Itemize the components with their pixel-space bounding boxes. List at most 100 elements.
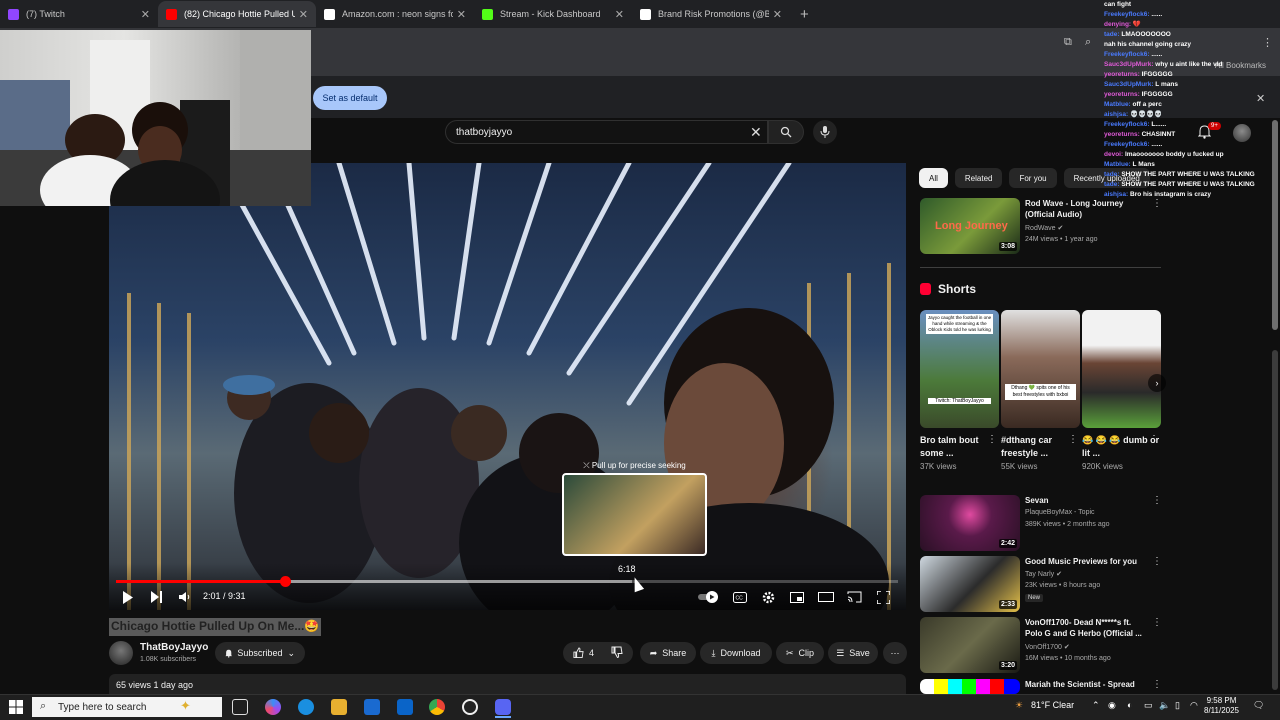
battery-icon[interactable]: ▯ bbox=[1175, 700, 1180, 711]
install-app-icon[interactable]: ⧉ bbox=[1064, 36, 1072, 49]
search-input[interactable]: thatboyjayyo bbox=[445, 120, 768, 144]
tab-youtube-video[interactable]: (82) Chicago Hottie Pulled Up O ✕ bbox=[158, 1, 316, 27]
chat-username[interactable]: yeoreturns: bbox=[1104, 131, 1140, 138]
share-button[interactable]: ➦ Share bbox=[640, 642, 696, 664]
theater-mode-button[interactable] bbox=[818, 589, 834, 605]
video-thumbnail[interactable]: 2:33 bbox=[920, 556, 1020, 612]
store-icon[interactable] bbox=[364, 699, 380, 715]
chat-username[interactable]: Sauc3dUpMurk: bbox=[1104, 81, 1153, 88]
chat-username[interactable]: Matblue: bbox=[1104, 161, 1131, 168]
more-options-icon[interactable]: ⋮ bbox=[1152, 679, 1162, 690]
copilot-icon[interactable] bbox=[265, 699, 281, 715]
cast-button[interactable] bbox=[847, 589, 862, 605]
chat-username[interactable]: denying: bbox=[1104, 21, 1131, 28]
chat-username[interactable]: Freekeyflock6: bbox=[1104, 121, 1150, 128]
subscribed-button[interactable]: Subscribed ⌄ bbox=[215, 642, 305, 664]
volume-tray-icon[interactable]: 🔈 bbox=[1159, 700, 1170, 711]
progress-bar[interactable] bbox=[116, 576, 898, 587]
new-tab-button[interactable]: + bbox=[800, 6, 809, 23]
chat-username[interactable]: Sauc3dUpMurk: bbox=[1104, 61, 1153, 68]
scrubber-handle[interactable] bbox=[279, 576, 291, 587]
search-button[interactable] bbox=[768, 120, 804, 144]
chat-username[interactable]: yeoreturns: bbox=[1104, 71, 1140, 78]
clear-search-icon[interactable]: ✕ bbox=[750, 124, 762, 141]
more-options-icon[interactable]: ⋮ bbox=[1152, 556, 1162, 567]
miniplayer-button[interactable] bbox=[790, 589, 804, 605]
shorts-next-button[interactable]: › bbox=[1148, 374, 1166, 392]
more-actions-button[interactable]: ⋯ bbox=[883, 642, 907, 664]
channel-name[interactable]: ThatBoyJayyo bbox=[140, 642, 208, 653]
voice-search-button[interactable] bbox=[813, 120, 837, 144]
outlook-icon[interactable] bbox=[397, 699, 413, 715]
save-button[interactable]: ☰ Save bbox=[828, 642, 878, 664]
chip-all[interactable]: All bbox=[919, 168, 948, 188]
video-player[interactable] bbox=[109, 163, 906, 610]
chat-username[interactable]: devoi: bbox=[1104, 151, 1123, 158]
discord-icon[interactable] bbox=[495, 699, 511, 715]
task-view-icon[interactable] bbox=[232, 699, 248, 715]
video-thumbnail[interactable]: 2:42 bbox=[920, 495, 1020, 551]
short-thumbnail[interactable] bbox=[1082, 310, 1161, 428]
like-button[interactable]: 4 bbox=[563, 642, 633, 664]
more-options-icon[interactable]: ⋮ bbox=[987, 434, 997, 445]
obs-tray-icon[interactable]: ◉ bbox=[1108, 700, 1116, 711]
short-item[interactable]: Jayyo caught the football in one hand wh… bbox=[920, 310, 999, 471]
zoom-icon[interactable]: ⌕ bbox=[1085, 36, 1091, 49]
file-explorer-icon[interactable] bbox=[331, 699, 347, 715]
chat-username[interactable]: tade: bbox=[1104, 31, 1120, 38]
fullscreen-button[interactable] bbox=[877, 589, 890, 605]
chrome-icon[interactable] bbox=[429, 699, 445, 715]
chat-username[interactable]: tade: bbox=[1104, 181, 1120, 188]
chat-username[interactable]: tade: bbox=[1104, 171, 1120, 178]
tab-kick-dashboard[interactable]: Stream - Kick Dashboard ✕ bbox=[474, 1, 632, 27]
tab-amazon[interactable]: Amazon.com : neon signs for m ✕ bbox=[316, 1, 474, 27]
more-options-icon[interactable]: ⋮ bbox=[1149, 434, 1159, 445]
autoplay-toggle[interactable] bbox=[698, 589, 720, 605]
video-title[interactable]: Mariah the Scientist - Spread bbox=[1025, 679, 1150, 690]
chip-for-you[interactable]: For you bbox=[1009, 168, 1057, 188]
chat-username[interactable]: Freekeyflock6: bbox=[1104, 11, 1150, 18]
play-button[interactable] bbox=[122, 589, 134, 605]
video-thumbnail[interactable] bbox=[920, 679, 1020, 694]
chat-username[interactable]: Freekeyflock6: bbox=[1104, 51, 1150, 58]
chat-username[interactable]: Matblue: bbox=[1104, 101, 1131, 108]
more-options-icon[interactable]: ⋮ bbox=[1068, 434, 1078, 445]
video-title[interactable]: Rod Wave - Long Journey (Official Audio) bbox=[1025, 198, 1150, 220]
scrollbar-track[interactable] bbox=[1272, 350, 1278, 690]
close-tab-icon[interactable]: ✕ bbox=[615, 8, 624, 21]
volume-button[interactable] bbox=[179, 589, 191, 605]
clip-button[interactable]: ✂ Clip bbox=[776, 642, 824, 664]
edge-icon[interactable] bbox=[298, 699, 314, 715]
short-item[interactable]: Dthang 💚 spits one of his best freestyle… bbox=[1001, 310, 1080, 471]
tray-overflow-icon[interactable]: ⌃ bbox=[1092, 700, 1100, 711]
video-title[interactable]: VonOff1700- Dead N*****s ft. Polo G and … bbox=[1025, 617, 1150, 639]
video-thumbnail[interactable]: 3:20 bbox=[920, 617, 1020, 673]
channel-avatar[interactable] bbox=[109, 641, 133, 665]
chip-related[interactable]: Related bbox=[954, 168, 1003, 188]
network-icon[interactable]: ▭ bbox=[1144, 700, 1153, 711]
close-tab-icon[interactable]: ✕ bbox=[457, 8, 466, 21]
description-box[interactable] bbox=[109, 674, 906, 694]
notifications-icon[interactable]: 🗨 bbox=[1253, 700, 1264, 711]
captions-button[interactable]: CC bbox=[733, 589, 747, 605]
tray-app-icon[interactable]: ◐ bbox=[1127, 700, 1132, 710]
more-options-icon[interactable]: ⋮ bbox=[1152, 617, 1162, 628]
set-as-default-button[interactable]: Set as default bbox=[313, 86, 387, 110]
obs-icon[interactable] bbox=[462, 699, 478, 715]
close-tab-icon[interactable]: ✕ bbox=[299, 8, 308, 21]
wifi-icon[interactable]: ◠ bbox=[1190, 700, 1198, 711]
chat-username[interactable]: yeoreturns: bbox=[1104, 91, 1140, 98]
settings-button[interactable] bbox=[762, 589, 775, 605]
chat-username[interactable]: aishjsa: bbox=[1104, 111, 1128, 118]
chat-username[interactable]: aishjsa: bbox=[1104, 191, 1128, 198]
tab-twitch[interactable]: (7) Twitch ✕ bbox=[0, 1, 158, 27]
next-button[interactable] bbox=[151, 589, 163, 605]
short-item[interactable]: 😂 😂 😂 dumb or lit ... 920K views ⋮ bbox=[1082, 310, 1161, 471]
download-button[interactable]: ⤓ Download bbox=[700, 642, 772, 664]
close-tab-icon[interactable]: ✕ bbox=[773, 8, 782, 21]
video-thumbnail[interactable]: Long Journey 3:08 bbox=[920, 198, 1020, 254]
dislike-button[interactable] bbox=[611, 646, 623, 660]
close-tab-icon[interactable]: ✕ bbox=[141, 8, 150, 21]
taskbar-search-input[interactable]: Type here to search bbox=[32, 697, 222, 717]
windows-start-icon[interactable] bbox=[9, 700, 23, 714]
